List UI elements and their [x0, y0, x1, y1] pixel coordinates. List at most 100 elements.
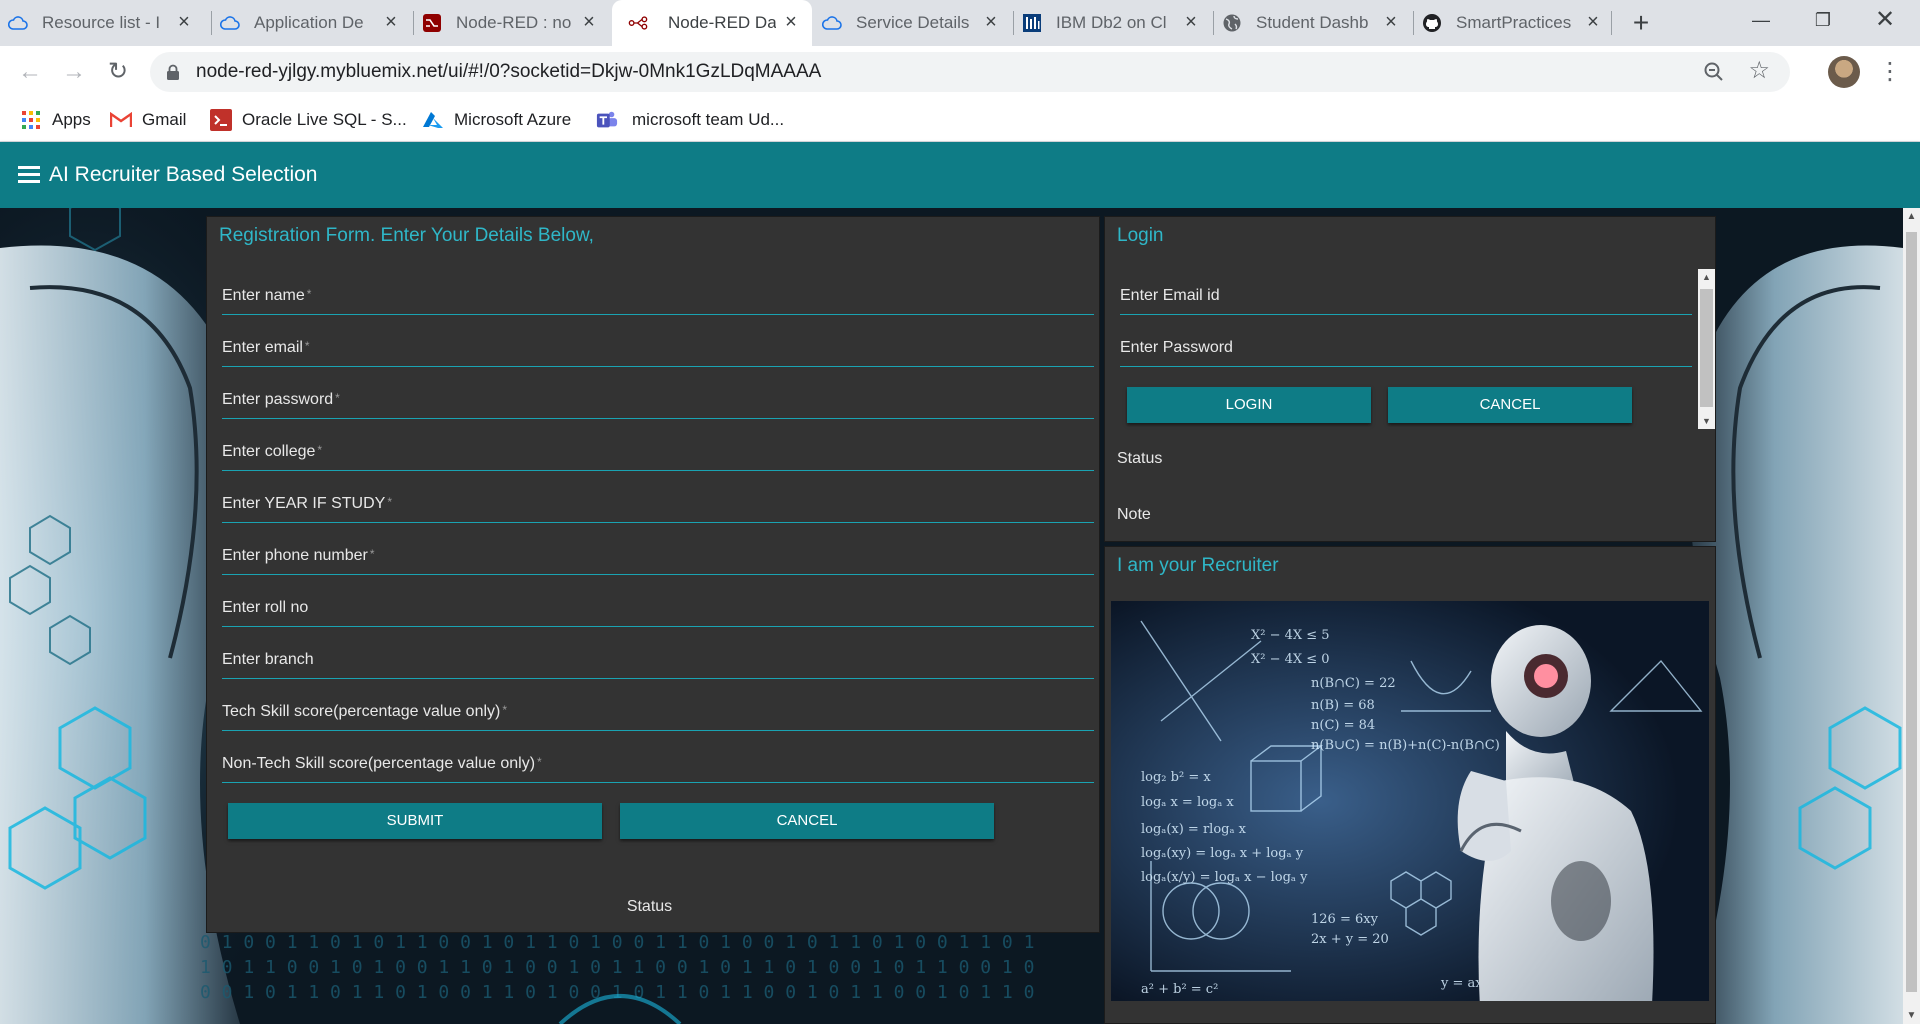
non-tech-skill-score-field[interactable]: Non-Tech Skill score(percentage value on…	[222, 743, 1094, 783]
name-input[interactable]	[222, 275, 1094, 313]
name-field[interactable]: Enter name *	[222, 275, 1094, 315]
login-email-input[interactable]	[1120, 275, 1692, 313]
minimize-icon[interactable]: —	[1730, 0, 1792, 40]
bookmark-label: Oracle Live SQL - S...	[242, 110, 407, 129]
cancel-button[interactable]: CANCEL	[620, 803, 994, 839]
back-arrow-icon[interactable]: ←	[12, 54, 48, 90]
submit-button[interactable]: SUBMIT	[228, 803, 602, 839]
recruiter-card: I am your Recruiter X² − 4X ≤ 5 X² − 4X …	[1104, 546, 1716, 1024]
restore-icon[interactable]: ❐	[1792, 0, 1854, 40]
browser-tab[interactable]: Node-RED : no ×	[414, 0, 610, 46]
recruiter-title: I am your Recruiter	[1117, 555, 1279, 576]
registration-title: Registration Form. Enter Your Details Be…	[219, 225, 594, 246]
tech-skill-score-field[interactable]: Tech Skill score(percentage value only) *	[222, 691, 1094, 731]
close-tab-icon[interactable]: ×	[578, 11, 600, 33]
bookmark-microsoft-team[interactable]: microsoft team Ud...	[596, 98, 784, 142]
reload-icon[interactable]: ↻	[100, 54, 136, 90]
globe-icon	[1222, 13, 1242, 33]
svg-text:logₐ(xy) = logₐ x + logₐ y: logₐ(xy) = logₐ x + logₐ y	[1141, 846, 1304, 861]
lock-icon[interactable]	[166, 64, 180, 80]
scroll-down-icon[interactable]: ▼	[1903, 1007, 1920, 1024]
phone-number-input[interactable]	[222, 535, 1094, 573]
login-password-field[interactable]: Enter Password	[1120, 327, 1692, 367]
close-tab-icon[interactable]: ×	[1180, 11, 1202, 33]
close-window-icon[interactable]: ✕	[1854, 0, 1916, 40]
bookmark-label: Microsoft Azure	[454, 110, 572, 129]
roll-no-input[interactable]	[222, 587, 1094, 625]
password-input[interactable]	[222, 379, 1094, 417]
bookmark-microsoft-azure[interactable]: Microsoft Azure	[422, 98, 571, 142]
bookmark-oracle-live-sql[interactable]: Oracle Live SQL - S...	[210, 98, 407, 142]
login-status: Status	[1117, 450, 1163, 467]
profile-avatar[interactable]	[1828, 56, 1860, 88]
email-field[interactable]: Enter email *	[222, 327, 1094, 367]
oracle-sql-icon	[210, 109, 232, 131]
close-tab-icon[interactable]: ×	[173, 11, 195, 33]
forward-arrow-icon[interactable]: →	[56, 54, 92, 90]
login-password-input[interactable]	[1120, 327, 1692, 365]
svg-text:logₐ(x) = rlogₐ x: logₐ(x) = rlogₐ x	[1141, 822, 1247, 837]
svg-text:X² − 4X ≤ 5: X² − 4X ≤ 5	[1251, 628, 1330, 643]
kebab-menu-icon[interactable]: ⋮	[1878, 56, 1902, 88]
scroll-up-icon[interactable]: ▲	[1903, 208, 1920, 225]
browser-tab[interactable]: Student Dashb ×	[1214, 0, 1412, 46]
college-input[interactable]	[222, 431, 1094, 469]
branch-input[interactable]	[222, 639, 1094, 677]
college-field[interactable]: Enter college *	[222, 431, 1094, 471]
browser-tab[interactable]: SmartPractices ×	[1414, 0, 1614, 46]
svg-text:n(B∪C) = n(B)+n(C)-n(B∩C): n(B∪C) = n(B)+n(C)-n(B∩C)	[1311, 738, 1500, 753]
svg-text:X² − 4X ≤ 0: X² − 4X ≤ 0	[1251, 652, 1330, 667]
phone-number-field[interactable]: Enter phone number *	[222, 535, 1094, 575]
bookmark-gmail[interactable]: Gmail	[110, 98, 186, 142]
tech-skill-score-input[interactable]	[222, 691, 1094, 729]
svg-text:a² + b² = c²: a² + b² = c²	[1141, 982, 1218, 997]
roll-no-field[interactable]: Enter roll no	[222, 587, 1094, 627]
login-email-field[interactable]: Enter Email id	[1120, 275, 1692, 315]
svg-text:0 1 0 0 1 1 0 1 0 1 1 0 0 1 0: 0 1 0 0 1 1 0 1 0 1 1 0 0 1 0 1 1 0 1 0 …	[200, 932, 1034, 953]
close-tab-icon[interactable]: ×	[1582, 11, 1604, 33]
bookmark-label: microsoft team Ud...	[632, 110, 785, 129]
scrollbar-thumb[interactable]	[1700, 289, 1713, 407]
scrollbar-thumb[interactable]	[1906, 232, 1917, 992]
bookmark-star-icon[interactable]: ☆	[1748, 56, 1770, 85]
browser-tab[interactable]: Application De ×	[212, 0, 412, 46]
url-text[interactable]: node-red-yjlgy.mybluemix.net/ui/#!/0?soc…	[196, 52, 821, 92]
year-of-study-input[interactable]	[222, 483, 1094, 521]
browser-tab-active[interactable]: Node-RED Das ×	[612, 0, 812, 46]
tab-title: Node-RED Das	[668, 13, 776, 32]
close-tab-icon[interactable]: ×	[1380, 11, 1402, 33]
teams-icon	[596, 109, 618, 131]
password-field[interactable]: Enter password *	[222, 379, 1094, 419]
bookmark-label: Gmail	[142, 110, 187, 129]
login-cancel-button[interactable]: CANCEL	[1388, 387, 1632, 423]
login-button[interactable]: LOGIN	[1127, 387, 1371, 423]
svg-text:2x + y = 20: 2x + y = 20	[1311, 932, 1389, 947]
bookmark-apps[interactable]: Apps	[20, 98, 91, 142]
tab-title: Service Details	[856, 13, 970, 32]
close-tab-icon[interactable]: ×	[380, 11, 402, 33]
omnibox[interactable]: node-red-yjlgy.mybluemix.net/ui/#!/0?soc…	[150, 52, 1790, 92]
branch-field[interactable]: Enter branch	[222, 639, 1094, 679]
login-form-scrollbar[interactable]: ▲ ▼	[1698, 269, 1715, 429]
new-tab-button[interactable]: +	[1626, 8, 1656, 38]
page-scrollbar[interactable]: ▲ ▼	[1903, 208, 1920, 1024]
close-tab-icon[interactable]: ×	[780, 11, 802, 33]
svg-text:log₂ b² = x: log₂ b² = x	[1141, 770, 1211, 785]
email-input[interactable]	[222, 327, 1094, 365]
svg-text:logₐ x = logₐ x: logₐ x = logₐ x	[1141, 795, 1234, 810]
browser-tab[interactable]: IBM Db2 on Cl ×	[1014, 0, 1212, 46]
non-tech-skill-score-input[interactable]	[222, 743, 1094, 781]
hamburger-menu-icon[interactable]	[18, 166, 40, 184]
apps-grid-icon	[20, 109, 42, 131]
zoom-out-icon[interactable]	[1702, 60, 1726, 84]
browser-tab[interactable]: Service Details ×	[814, 0, 1012, 46]
address-bar: ← → ↻ node-red-yjlgy.mybluemix.net/ui/#!…	[0, 46, 1920, 98]
ibm-cloud-icon	[8, 13, 28, 33]
tab-title: Resource list - I	[42, 13, 161, 32]
scroll-down-icon[interactable]: ▼	[1698, 413, 1715, 429]
svg-text:logₐ(x/y) = logₐ x − logₐ y: logₐ(x/y) = logₐ x − logₐ y	[1141, 870, 1308, 885]
browser-tab[interactable]: Resource list - I ×	[0, 0, 205, 46]
year-of-study-field[interactable]: Enter YEAR IF STUDY *	[222, 483, 1094, 523]
close-tab-icon[interactable]: ×	[980, 11, 1002, 33]
scroll-up-icon[interactable]: ▲	[1698, 269, 1715, 285]
